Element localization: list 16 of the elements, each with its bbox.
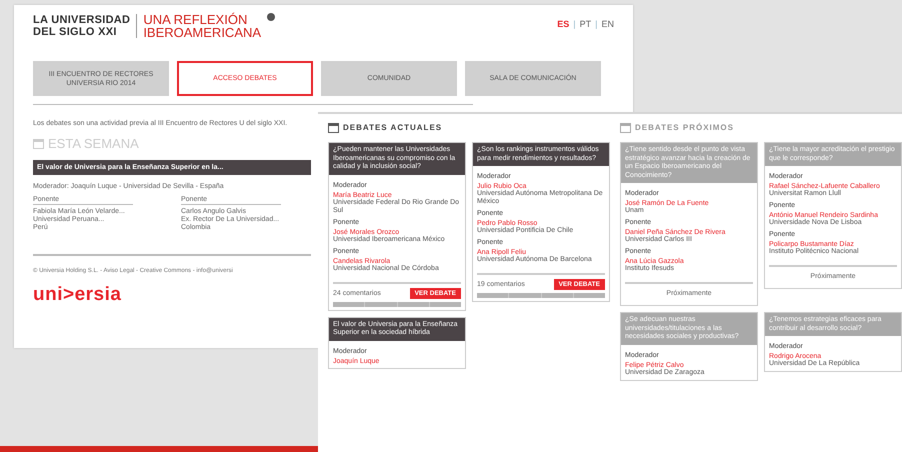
separator: | [595,19,598,29]
brand-logo: uni>ersia [33,284,122,306]
calendar-icon [620,122,631,132]
site-logo-tagline: UNA REFLEXIÓN IBEROAMERICANA [143,13,262,39]
language-link[interactable]: EN [601,19,614,29]
share-buttons-strip[interactable] [477,293,605,298]
language-link[interactable]: ES [557,19,570,29]
circle-icon [267,13,276,21]
share-buttons-strip[interactable] [333,302,461,306]
section-heading: DEBATES PRÓXIMOS [635,122,734,132]
language-link[interactable]: PT [580,19,592,29]
calendar-icon [33,138,44,149]
section-heading: DEBATES ACTUALES [343,122,442,132]
site-logo-text: LA UNIVERSIDAD DEL SIGLO XXI [33,14,138,38]
calendar-icon [328,122,339,132]
separator: | [573,19,576,29]
